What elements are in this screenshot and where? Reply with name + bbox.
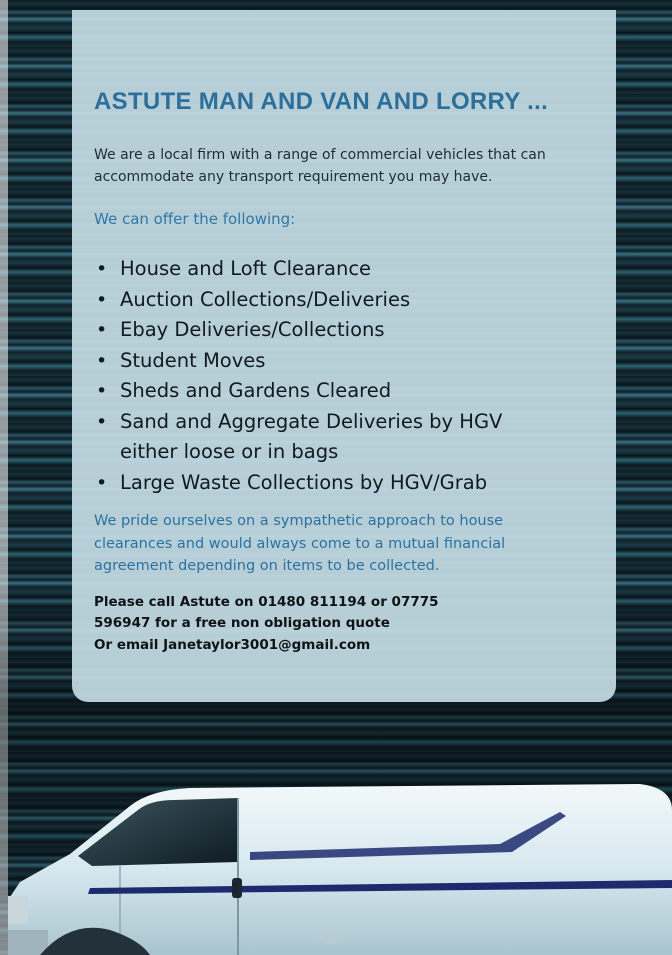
- contact-phone-text: Please call Astute on 01480 811194 or 07…: [94, 593, 439, 632]
- service-item: • Large Waste Collections by HGV/Grab: [94, 468, 594, 499]
- service-label: Student Moves: [120, 348, 266, 372]
- service-item: • Auction Collections/Deliveries: [94, 285, 594, 316]
- service-label: Sheds and Gardens Cleared: [120, 379, 392, 402]
- service-label: Large Waste Collections by HGV/Grab: [120, 470, 488, 494]
- service-item: • Sand and Aggregate Deliveries by HGV ei…: [94, 407, 550, 468]
- bullet-icon: •: [96, 288, 108, 311]
- service-label: Sand and Aggregate Deliveries by HGV eit…: [120, 409, 503, 464]
- intro-text: We are a local firm with a range of comm…: [94, 147, 546, 185]
- service-item: • House and Loft Clearance: [94, 254, 594, 285]
- bullet-icon: •: [96, 258, 108, 280]
- flyer-title: ASTUTE MAN AND VAN AND LORRY ...: [94, 88, 549, 115]
- service-item: • Student Moves: [94, 346, 594, 377]
- flyer-panel: ASTUTE MAN AND VAN AND LORRY ... We are …: [72, 10, 616, 702]
- service-label: Ebay Deliveries/Collections: [120, 318, 385, 341]
- bullet-icon: •: [96, 410, 108, 433]
- contact-email-text: Or email Janetaylor3001@gmail.com: [94, 636, 371, 653]
- bullet-icon: •: [96, 319, 108, 341]
- contact-info: Please call Astute on 01480 811194 or 07…: [94, 592, 494, 657]
- white-van-icon: [8, 784, 672, 955]
- service-label: House and Loft Clearance: [120, 257, 372, 280]
- bullet-icon: •: [96, 380, 108, 402]
- services-list: • House and Loft Clearance • Auction Colle…: [94, 254, 594, 498]
- service-item: • Ebay Deliveries/Collections: [94, 315, 594, 346]
- pride-statement: We pride ourselves on a sympathetic appr…: [94, 513, 506, 574]
- service-item: • Sheds and Gardens Cleared: [94, 376, 594, 407]
- offer-heading: We can offer the following:: [94, 210, 296, 228]
- service-label: Auction Collections/Deliveries: [120, 287, 411, 311]
- bullet-icon: •: [96, 349, 108, 372]
- bullet-icon: •: [96, 471, 108, 494]
